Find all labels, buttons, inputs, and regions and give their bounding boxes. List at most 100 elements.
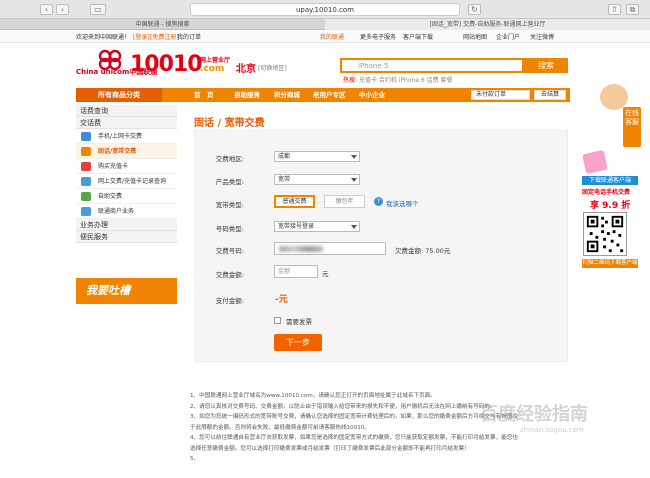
gift-card-icon: [582, 149, 608, 175]
hot-words: 热搜: 充值卡 合约机 iPhone 6 话费 套餐: [343, 75, 453, 84]
client-download-link[interactable]: 客户端下载: [403, 32, 433, 41]
next-button[interactable]: 下一步: [274, 334, 322, 351]
e-services-link[interactable]: 更多电子服务: [360, 32, 396, 41]
nav-points-mall[interactable]: 积分商城: [274, 88, 300, 102]
type-option-normal[interactable]: 普通交费: [274, 195, 315, 208]
logo-10010[interactable]: 10010: [130, 52, 203, 77]
record-icon: [81, 177, 91, 186]
product-select[interactable]: 宽带: [274, 174, 360, 185]
area-value: 成都: [278, 153, 291, 160]
sidebar-item-label: 网上交费/充值卡记录查询: [98, 178, 167, 185]
sidebar-item-mobile-pay[interactable]: 手机/上网卡交费: [76, 129, 177, 144]
amount-unit: 元: [322, 270, 329, 278]
qr-code-icon: [583, 212, 627, 256]
sidebar-item-merchant[interactable]: 联通商户业务: [76, 204, 177, 219]
number-label: 交费号码:: [215, 247, 244, 255]
tab-search[interactable]: 中国联通 - 搜狗搜索: [0, 19, 325, 30]
chevron-down-icon: [351, 178, 357, 182]
product-value: 宽带: [278, 176, 291, 183]
type-option-yearly[interactable]: 缴包年: [324, 195, 365, 208]
back-icon[interactable]: ‹: [40, 4, 53, 15]
app-ad-price: 享 9.9 折: [590, 201, 631, 211]
sidebar-section-bill-query[interactable]: 话费查询: [76, 105, 177, 117]
merchant-icon: [81, 207, 91, 216]
hot-words-list[interactable]: 充值卡 合约机 iPhone 6 话费 套餐: [359, 77, 453, 84]
sidebar-item-label: 自助交费: [98, 193, 123, 200]
sitemap-link[interactable]: 网站地图: [463, 32, 487, 41]
nav-home[interactable]: 首 页: [194, 88, 214, 102]
nav-self-service[interactable]: 自助服务: [234, 88, 260, 102]
site-topbar: 欢迎来到中国联通！ [登录] [免费注册] 我的订单 我的联通 更多电子服务 客…: [0, 30, 650, 43]
area-select[interactable]: 成都: [274, 151, 360, 162]
watermark-url: zhinan.sogou.com: [520, 426, 584, 434]
app-ad-line1[interactable]: 下载联通客户端: [582, 176, 638, 185]
phone-icon: [81, 132, 91, 141]
app-ad-line2: 固定电话手机交费: [582, 189, 631, 196]
chevron-down-icon: [351, 225, 357, 229]
address-bar[interactable]: upay.10010.com: [190, 3, 460, 16]
owe-value: 75.00元: [425, 247, 451, 255]
owe-label: 欠费金额:: [395, 247, 424, 255]
reload-icon[interactable]: ↻: [468, 4, 481, 15]
sidebar-item-label: 手机/上网卡交费: [98, 133, 143, 140]
main-nav: 所有商品分类 首 页 自助服务 积分商城 老用户专区 中小企业 未付款订单 去结…: [76, 88, 570, 102]
number-type-label: 号码类型:: [215, 225, 244, 233]
number-type-select[interactable]: 宽带接号登录: [274, 221, 360, 232]
tab-strip: 中国联通 - 搜狗搜索 [固话_宽带] 交费-自助服务-联通网上营业厅: [0, 19, 650, 30]
search-input[interactable]: iPhone 5: [340, 58, 524, 73]
login-link[interactable]: [登录]: [133, 32, 150, 41]
help-icon[interactable]: ?: [374, 197, 383, 206]
complain-banner[interactable]: 我要吐槽: [76, 278, 177, 304]
help-link[interactable]: 我该选哪个: [386, 198, 419, 208]
product-label: 产品类型:: [215, 178, 244, 186]
enterprise-link[interactable]: 企业门户: [496, 32, 520, 41]
sidebar-item-label: 购买充值卡: [98, 163, 129, 170]
page-title: 固话 / 宽带交费: [194, 118, 265, 129]
unpaid-orders-dropdown[interactable]: 未付款订单: [471, 90, 530, 100]
note-line: 选择任意缴费金额。您可以选择打印缴费发票或月结发票（打印了缴费发票后此部分金额即…: [190, 445, 470, 452]
sidebar-item-label: 联通商户业务: [98, 208, 135, 215]
sidebar: 话费查询 交话费 手机/上网卡交费 固话/宽带交费 购买充值卡 网上交费/充值卡…: [76, 105, 177, 300]
amount-input[interactable]: 金额: [274, 265, 318, 278]
sidebar-item-label: 固话/宽带交费: [98, 148, 137, 155]
sidebar-section-pay[interactable]: 交话费: [76, 117, 177, 129]
invoice-label: 需要发票: [286, 318, 312, 326]
number-type-value: 宽带接号登录: [278, 223, 315, 230]
sidebar-section-convenience[interactable]: 便民服务: [76, 231, 177, 243]
online-service-button[interactable]: 在线客服: [623, 107, 641, 147]
forward-icon[interactable]: ›: [56, 4, 69, 15]
watermark: 百度经验指南: [480, 404, 588, 425]
sidebar-item-broadband-pay[interactable]: 固话/宽带交费: [76, 144, 177, 159]
tabs-overview-icon[interactable]: ⧉: [626, 4, 639, 15]
broadband-type-label: 宽带类型:: [215, 201, 244, 209]
amount-label: 交费金额:: [215, 271, 244, 279]
qr-caption: 扫描二维码下载客户端: [582, 259, 638, 268]
note-line: 4、您可以前往联通自有营业厅去获取发票，如果您是选择的固定宽带方式的缴费，您只能…: [190, 435, 518, 441]
sidebar-item-record-query[interactable]: 网上交费/充值卡记录查询: [76, 174, 177, 189]
current-city: 北京: [236, 64, 256, 75]
note-line: 5、: [190, 456, 200, 462]
weibo-link[interactable]: 关注微博: [530, 32, 554, 41]
all-products-menu[interactable]: 所有商品分类: [76, 88, 162, 102]
tab-current[interactable]: [固话_宽带] 交费-自助服务-联通网上营业厅: [325, 19, 650, 30]
landline-icon: [81, 147, 91, 156]
search-placeholder: iPhone 5: [358, 62, 389, 70]
switch-city-link[interactable]: [切换地区]: [258, 63, 287, 72]
nav-sme[interactable]: 中小企业: [359, 88, 385, 102]
my-order-link[interactable]: 我的订单: [177, 32, 201, 41]
logo-hall: 网上营业厅: [200, 57, 231, 64]
share-icon[interactable]: ⇧: [608, 4, 621, 15]
sidebar-item-buy-card[interactable]: 购买充值卡: [76, 159, 177, 174]
search-button[interactable]: 搜索: [524, 58, 568, 73]
sidebar-section-business[interactable]: 业务办理: [76, 219, 177, 231]
register-link[interactable]: [免费注册]: [150, 32, 179, 41]
invoice-checkbox[interactable]: [274, 317, 281, 324]
sidebar-toggle-icon[interactable]: ▭: [90, 4, 106, 15]
my-unicom-link[interactable]: 我的联通: [320, 32, 344, 41]
owe-amount: 欠费金额: 75.00元: [395, 245, 450, 255]
self-pay-icon: [81, 192, 91, 201]
cart-button[interactable]: 去结算: [534, 90, 566, 100]
nav-old-users[interactable]: 老用户专区: [313, 88, 346, 102]
number-input[interactable]: [274, 242, 386, 255]
sidebar-item-self-pay[interactable]: 自助交费: [76, 189, 177, 204]
